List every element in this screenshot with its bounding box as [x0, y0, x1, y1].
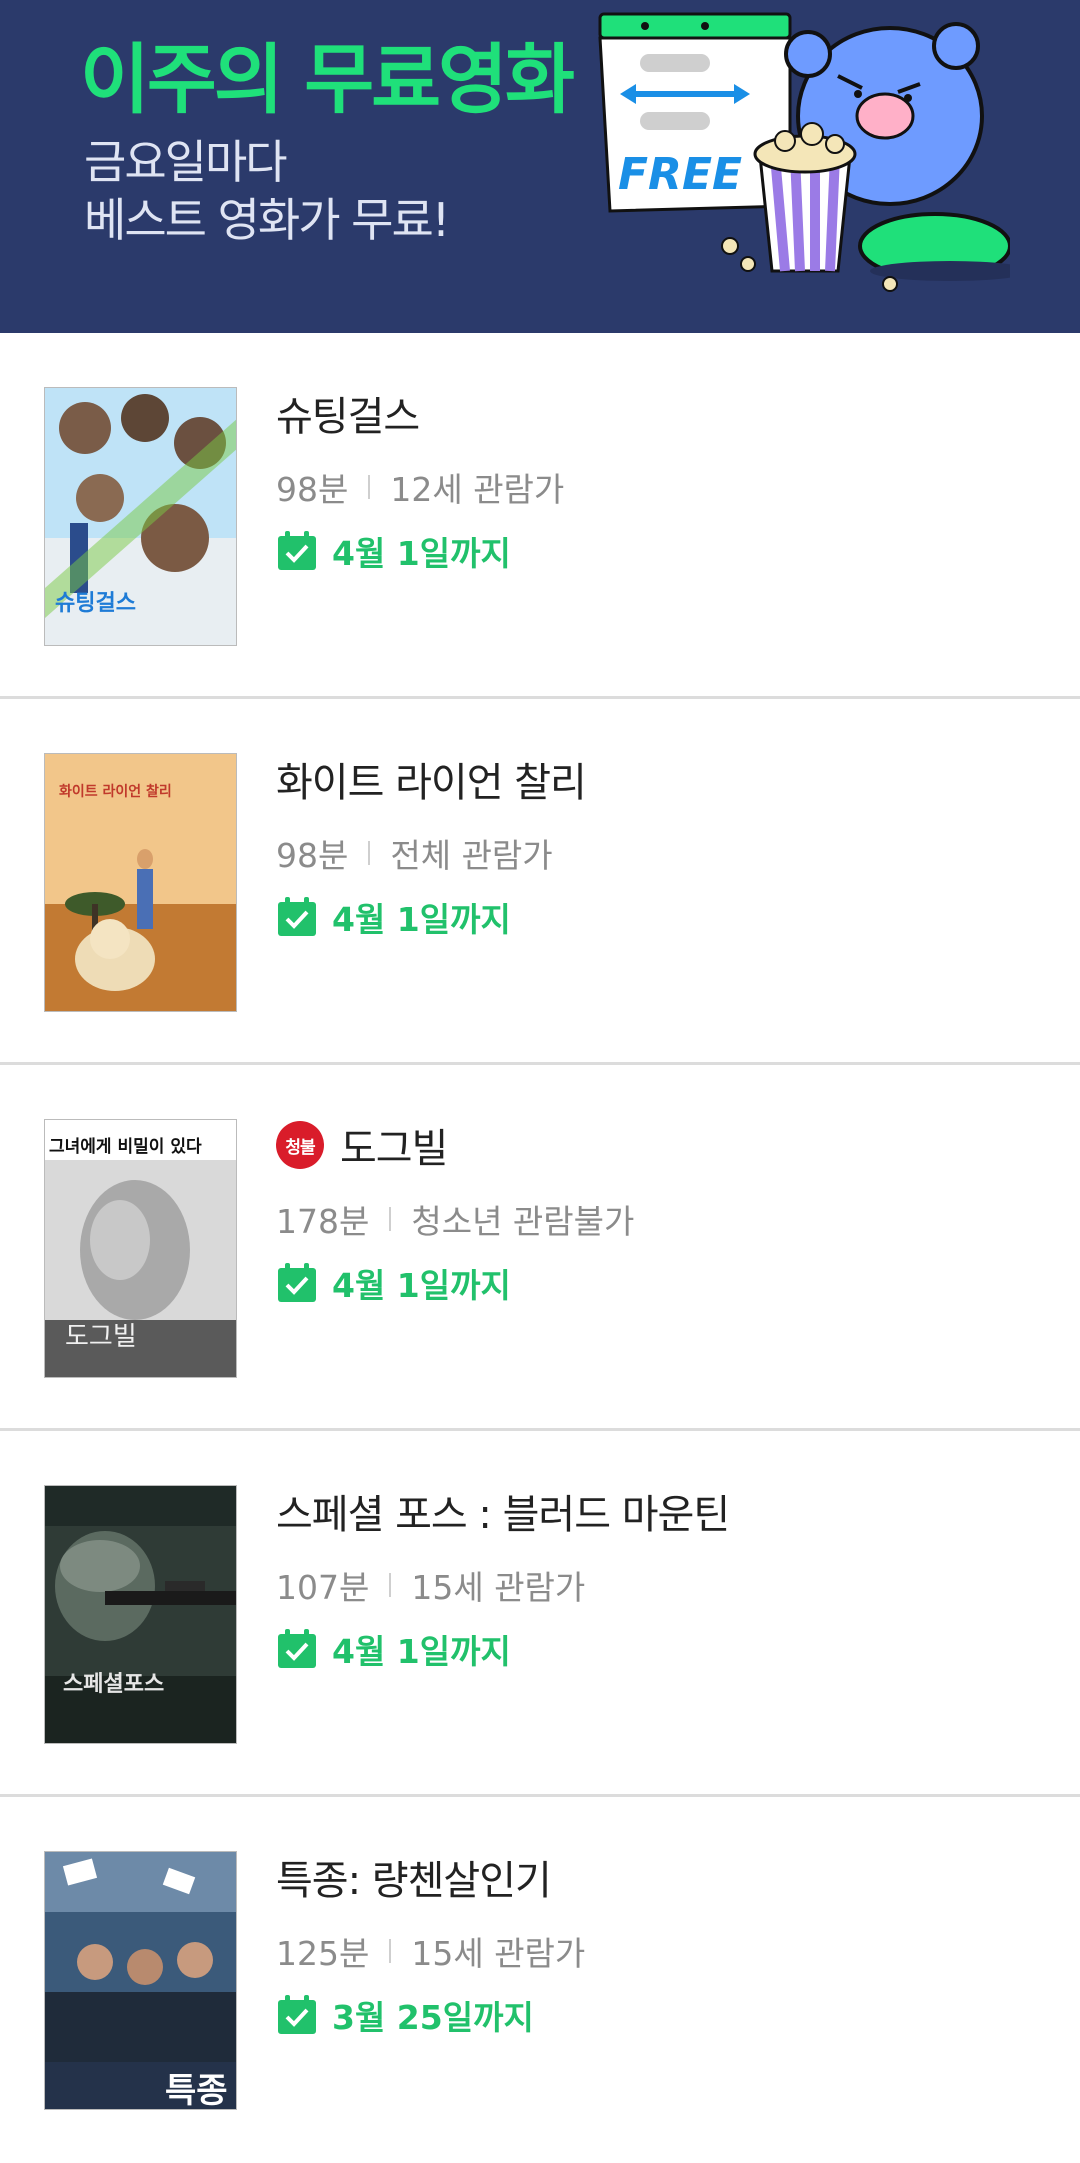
movie-title[interactable]: 화이트 라이언 찰리: [276, 750, 587, 808]
movie-meta: 125분 15세 관람가: [276, 1927, 585, 1975]
free-label: FREE: [618, 149, 742, 200]
free-until-label: 4월 1일까지: [332, 1266, 511, 1305]
calendar-check-icon: [278, 1629, 316, 1668]
calendar-check-icon: [278, 1995, 316, 2034]
adult-only-badge: 청불: [276, 1121, 324, 1169]
movie-age-rating: 12세 관람가: [390, 470, 565, 509]
movie-title[interactable]: 스페셜 포스 : 블러드 마운틴: [276, 1482, 730, 1540]
calendar-check-icon: [278, 1263, 316, 1302]
meta-divider: [368, 475, 371, 499]
movie-title[interactable]: 슈팅걸스: [276, 384, 420, 442]
movie-age-rating: 전체 관람가: [390, 836, 553, 875]
movie-poster[interactable]: 스페셜포스: [44, 1485, 237, 1744]
movie-poster[interactable]: 그녀에게 비밀이 있다 도그빌: [44, 1119, 237, 1378]
movie-list-item[interactable]: 특종 특종: 량첸살인기 125분 15세 관람가 3월 25일까지: [0, 1797, 1080, 2163]
movie-poster[interactable]: 특종: [44, 1851, 237, 2110]
movie-list-item[interactable]: 그녀에게 비밀이 있다 도그빌 청불 도그빌 178분 청소년 관람불가 4월 …: [0, 1065, 1080, 1431]
free-until-label: 3월 25일까지: [332, 1998, 534, 2037]
movie-runtime: 98분: [276, 470, 349, 509]
banner-subtitle-line1: 금요일마다: [84, 135, 288, 189]
movie-list: 슈팅걸스 슈팅걸스 98분 12세 관람가 4월 1일까지 화이트 라이언 찰리…: [0, 333, 1080, 2163]
movie-list-item[interactable]: 화이트 라이언 찰리 화이트 라이언 찰리 98분 전체 관람가 4월 1일까지: [0, 699, 1080, 1065]
poster-caption: 슈팅걸스: [55, 591, 136, 616]
poster-top-caption: 그녀에게 비밀이 있다: [49, 1136, 202, 1157]
meta-divider: [389, 1207, 392, 1231]
movie-list-item[interactable]: 스페셜포스 스페셜 포스 : 블러드 마운틴 107분 15세 관람가 4월 1…: [0, 1431, 1080, 1797]
movie-title[interactable]: 특종: 량첸살인기: [276, 1848, 552, 1906]
calendar-check-icon: [278, 897, 316, 936]
free-until-label: 4월 1일까지: [332, 900, 511, 939]
meta-divider: [389, 1939, 392, 1963]
movie-meta: 107분 15세 관람가: [276, 1561, 585, 1609]
meta-divider: [389, 1573, 392, 1597]
movie-age-rating: 청소년 관람불가: [411, 1202, 635, 1241]
banner-subtitle-line2: 베스트 영화가 무료!: [84, 193, 450, 247]
free-until: 4월 1일까지: [276, 527, 511, 575]
movie-meta: 178분 청소년 관람불가: [276, 1195, 634, 1243]
movie-runtime: 125분: [276, 1934, 370, 1973]
free-movie-banner[interactable]: 이주의 무료영화 금요일마다 베스트 영화가 무료! FREE: [0, 0, 1080, 333]
movie-title[interactable]: 도그빌: [340, 1116, 448, 1174]
movie-age-rating: 15세 관람가: [411, 1568, 586, 1607]
movie-poster[interactable]: 슈팅걸스: [44, 387, 237, 646]
poster-caption: 특종: [165, 2071, 228, 2110]
movie-age-rating: 15세 관람가: [411, 1934, 586, 1973]
poster-caption: 화이트 라이언 찰리: [59, 783, 172, 800]
meta-divider: [368, 841, 371, 865]
calendar-check-icon: [278, 531, 316, 570]
poster-caption: 스페셜포스: [63, 1672, 164, 1697]
banner-title: 이주의 무료영화: [80, 35, 575, 124]
movie-runtime: 98분: [276, 836, 349, 875]
movie-meta: 98분 12세 관람가: [276, 463, 564, 511]
movie-runtime: 178분: [276, 1202, 370, 1241]
movie-meta: 98분 전체 관람가: [276, 829, 553, 877]
free-until: 4월 1일까지: [276, 893, 511, 941]
poster-caption: 도그빌: [65, 1322, 137, 1352]
movie-list-item[interactable]: 슈팅걸스 슈팅걸스 98분 12세 관람가 4월 1일까지: [0, 333, 1080, 699]
free-until-label: 4월 1일까지: [332, 534, 511, 573]
movie-runtime: 107분: [276, 1568, 370, 1607]
free-until: 4월 1일까지: [276, 1259, 511, 1307]
free-until-label: 4월 1일까지: [332, 1632, 511, 1671]
free-until: 3월 25일까지: [276, 1991, 534, 2039]
movie-poster[interactable]: 화이트 라이언 찰리: [44, 753, 237, 1012]
free-until: 4월 1일까지: [276, 1625, 511, 1673]
free-calendar-bear-illustration: FREE: [598, 12, 1010, 292]
